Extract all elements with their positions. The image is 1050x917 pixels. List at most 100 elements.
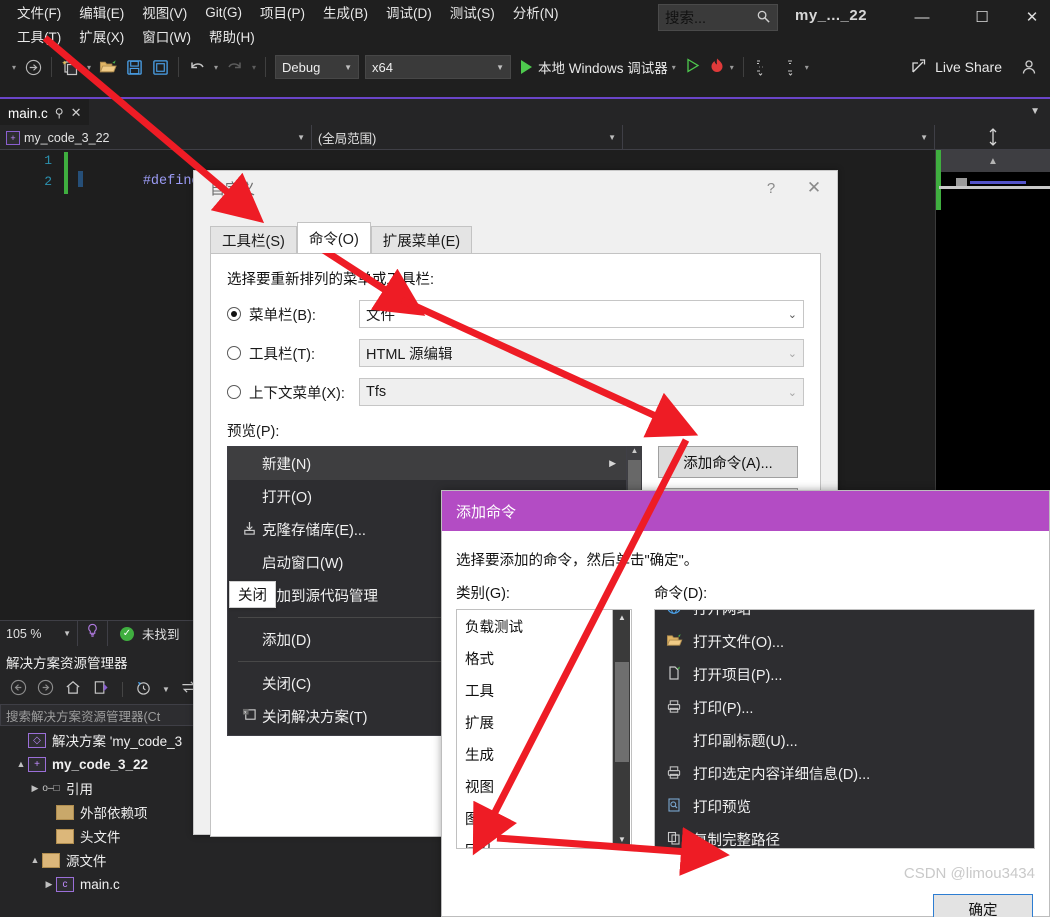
tab-main-c[interactable]: main.c ⚲ ✕ (0, 99, 90, 127)
menu-item-7[interactable]: 测试(S) (441, 0, 504, 24)
command-item[interactable]: 打开文件(O)... (655, 625, 1034, 658)
save-file-icon[interactable] (121, 54, 147, 80)
solution-view-icon[interactable] (92, 679, 110, 699)
chevron-down-icon[interactable]: ▾ (248, 63, 260, 72)
menu-item-3[interactable]: 帮助(H) (200, 24, 264, 48)
hot-reload-icon[interactable] (708, 57, 726, 78)
chevron-down-icon[interactable]: ▾ (801, 63, 813, 72)
search-input[interactable]: 搜索... (658, 4, 778, 31)
twisty-icon[interactable]: ▲ (14, 759, 28, 769)
menu-item-2[interactable]: 视图(V) (133, 0, 196, 24)
save-all-icon[interactable] (147, 54, 173, 80)
customize-tab-1[interactable]: 命令(O) (296, 222, 371, 253)
menu-item-0[interactable]: 工具(T) (8, 24, 70, 48)
undo-icon[interactable] (184, 54, 210, 80)
command-item[interactable]: 打开网站 (655, 610, 1034, 625)
category-item[interactable]: 视图 (457, 770, 612, 802)
close-icon[interactable]: ✕ (791, 178, 837, 198)
chevron-down-icon[interactable]: ▾ (83, 63, 95, 72)
twisty-icon[interactable]: ▶ (42, 879, 56, 890)
live-share-button[interactable]: Live Share (911, 57, 1002, 78)
platform-dropdown[interactable]: x64 ▼ (365, 55, 511, 79)
radio-button[interactable] (227, 346, 241, 360)
command-item[interactable]: 打开项目(P)... (655, 658, 1034, 691)
category-item[interactable]: 扩展 (457, 706, 612, 738)
option-dropdown[interactable]: HTML 源编辑 ⌄ (359, 339, 804, 367)
menu-item-3[interactable]: Git(G) (196, 3, 251, 22)
command-item[interactable]: 打印副标题(U)... (655, 724, 1034, 757)
category-listbox[interactable]: 负载测试格式工具扩展生成视图图像团队文本转换文件项目资源 ▲ ▼ (456, 609, 632, 849)
run-label[interactable]: 本地 Windows 调试器 (538, 57, 668, 77)
category-item[interactable]: 生成 (457, 738, 612, 770)
toggle-tool-window-icon[interactable] (749, 54, 775, 80)
radio-button[interactable] (227, 307, 241, 321)
menu-item-1[interactable]: 扩展(X) (70, 24, 133, 48)
scrollbar-thumb[interactable] (615, 662, 629, 762)
category-item[interactable]: 团队 (457, 834, 612, 849)
project-dropdown[interactable]: + my_code_3_22 ▼ (0, 125, 312, 150)
radio-button[interactable] (227, 385, 241, 399)
chevron-down-icon[interactable]: ▼ (1030, 106, 1040, 117)
customize-tab-0[interactable]: 工具栏(S) (210, 226, 297, 253)
menu-item-5[interactable]: 生成(B) (314, 0, 377, 24)
command-item[interactable]: 打印预览 (655, 790, 1034, 823)
ok-button[interactable]: 确定 (933, 894, 1033, 917)
category-item[interactable]: 工具 (457, 674, 612, 706)
zoom-dropdown[interactable]: 105 % ▼ (0, 620, 78, 647)
navigate-forward-icon[interactable] (20, 54, 46, 80)
option-dropdown[interactable]: 文件 ⌄ (359, 300, 804, 328)
start-debug-icon[interactable] (521, 60, 532, 74)
chevron-down-icon[interactable]: ▾ (8, 63, 20, 72)
redo-icon[interactable] (222, 54, 248, 80)
open-file-icon[interactable] (95, 54, 121, 80)
customize-option-row[interactable]: 工具栏(T): HTML 源编辑 ⌄ (227, 339, 804, 367)
command-item[interactable]: 复制完整路径 (655, 823, 1034, 848)
back-icon[interactable] (10, 679, 27, 699)
minimize-button[interactable]: — (900, 2, 944, 32)
chevron-down-icon[interactable]: ▼ (162, 685, 170, 694)
new-project-icon[interactable] (57, 54, 83, 80)
account-icon[interactable] (1016, 54, 1042, 80)
align-icon[interactable] (775, 54, 801, 80)
menu-item-0[interactable]: 文件(F) (8, 0, 70, 24)
menu-item-6[interactable]: 调试(D) (377, 0, 441, 24)
pin-icon[interactable]: ⚲ (55, 106, 64, 120)
forward-icon[interactable] (37, 679, 54, 699)
option-dropdown[interactable]: Tfs ⌄ (359, 378, 804, 406)
command-item[interactable]: 打印(P)... (655, 691, 1034, 724)
category-item[interactable]: 负载测试 (457, 610, 612, 642)
chevron-down-icon[interactable]: ▾ (726, 63, 738, 72)
menu-item-8[interactable]: 分析(N) (504, 0, 568, 24)
command-listbox[interactable]: 打开网站 打开文件(O)... 打开项目(P)... 打印(P)... 打印副标题(U)… (654, 609, 1035, 849)
menu-item-2[interactable]: 窗口(W) (133, 24, 200, 48)
pending-changes-icon[interactable] (135, 679, 152, 699)
preview-menu-item[interactable]: 新建(N) ▶ (228, 447, 626, 480)
scope-dropdown[interactable]: (全局范围) ▼ (312, 125, 623, 150)
maximize-button[interactable]: ☐ (960, 2, 1004, 32)
command-item[interactable]: 打印选定内容详细信息(D)... (655, 757, 1034, 790)
close-icon[interactable]: ✕ (71, 105, 82, 121)
customize-option-row[interactable]: 上下文菜单(X): Tfs ⌄ (227, 378, 804, 406)
scroll-down-icon[interactable]: ▼ (613, 832, 631, 848)
quick-actions-icon[interactable] (78, 620, 108, 647)
chevron-down-icon[interactable]: ▾ (668, 63, 680, 72)
menu-item-4[interactable]: 项目(P) (251, 0, 314, 24)
chevron-down-icon[interactable]: ▾ (210, 63, 222, 72)
twisty-icon[interactable]: ▶ (28, 783, 42, 794)
help-icon[interactable]: ? (751, 180, 791, 197)
scroll-up-icon[interactable]: ▲ (627, 446, 642, 460)
home-icon[interactable] (64, 679, 82, 699)
category-scrollbar[interactable]: ▲ ▼ (612, 610, 630, 848)
member-dropdown[interactable]: ▼ (623, 125, 935, 150)
close-button[interactable]: ✕ (1010, 2, 1050, 32)
config-dropdown[interactable]: Debug ▼ (275, 55, 359, 79)
scroll-up-button[interactable]: ▲ (936, 150, 1050, 172)
add-command-dialog[interactable]: 添加命令 选择要添加的命令，然后单击"确定"。 类别(G): 负载测试 格式 工具扩… (441, 490, 1050, 917)
category-item[interactable]: 图像 (457, 802, 612, 834)
scroll-up-icon[interactable]: ▲ (613, 610, 631, 626)
customize-option-row[interactable]: 菜单栏(B): 文件 ⌄ (227, 300, 804, 328)
split-editor-button[interactable] (935, 125, 1050, 150)
menu-item-1[interactable]: 编辑(E) (70, 0, 133, 24)
customize-tab-2[interactable]: 扩展菜单(E) (370, 226, 473, 253)
category-item[interactable]: 格式 (457, 642, 612, 674)
